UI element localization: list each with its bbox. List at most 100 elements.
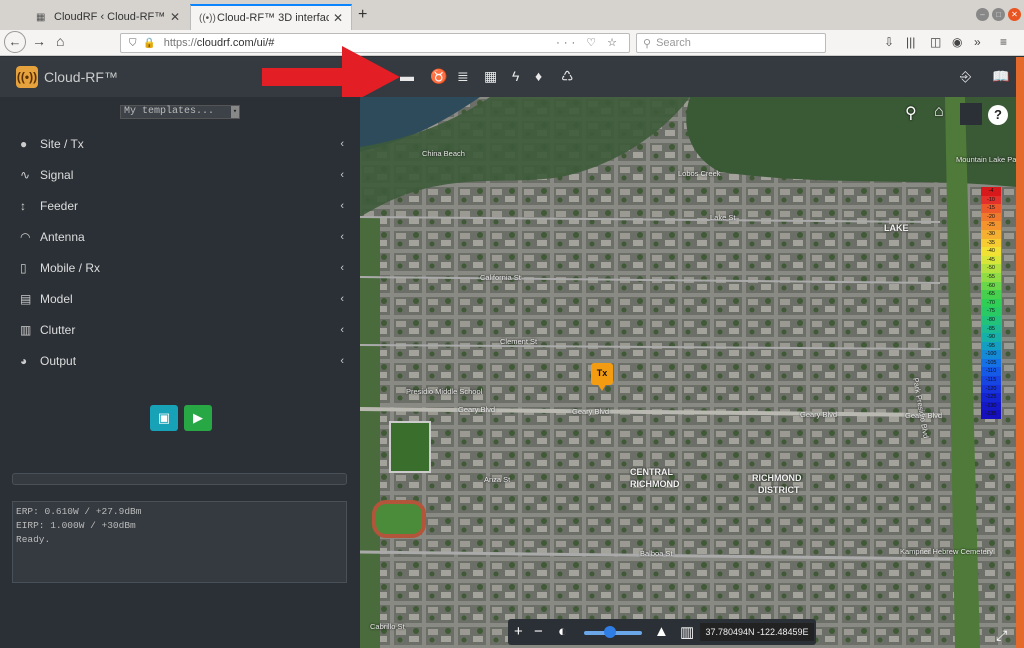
tab-label: Cloud-RF™ 3D interface <box>217 12 329 24</box>
recycle-icon[interactable]: ♺ <box>561 68 574 85</box>
save-icon: ▣ <box>157 410 171 425</box>
output-console: ERP: 0.610W / +27.9dBm EIRP: 1.000W / +3… <box>12 501 347 583</box>
map-label-mountain-lake: Mountain Lake Park <box>956 155 1016 164</box>
console-line: Ready. <box>16 534 51 545</box>
menu-feeder[interactable]: ↕ Feeder ‹ <box>0 190 360 221</box>
fullscreen-icon[interactable]: ⤢ <box>996 627 1007 644</box>
menu-label: Clutter <box>40 322 76 337</box>
minimize-icon[interactable]: – <box>976 8 989 21</box>
menu-output[interactable]: ◕ Output ‹ <box>0 345 360 376</box>
search-input[interactable]: ⚲ Search <box>636 33 826 53</box>
sidebar-icon[interactable]: ◫ <box>930 35 941 49</box>
cloudrf-logo: ((•)) <box>16 66 38 88</box>
layer-picker-button[interactable] <box>960 103 982 125</box>
templates-select[interactable]: My templates... ▾ <box>120 105 240 119</box>
legend-swatch: -85 <box>981 324 1001 334</box>
legend-swatch: -110 <box>981 367 1001 377</box>
radio-icon: ((•)) <box>199 12 216 24</box>
menu-antenna[interactable]: ◠ Antenna ‹ <box>0 221 360 252</box>
legend-swatch: -120 <box>981 384 1001 394</box>
logout-icon[interactable]: ⎆ <box>960 68 971 85</box>
menu-label: Site / Tx <box>40 136 84 151</box>
map-label-kampner: Kampner Hebrew Cemetery <box>900 547 993 556</box>
browser-tab-3d-interface[interactable]: ((•)) Cloud-RF™ 3D interface ✕ <box>190 4 352 30</box>
zoom-out-icon[interactable]: − <box>534 623 543 640</box>
save-button[interactable]: ▣ <box>150 405 178 431</box>
map-label-clement: Clement St <box>500 337 538 346</box>
legend-swatch: -70 <box>981 298 1001 308</box>
tx-marker-label: Tx <box>596 368 608 378</box>
menu-clutter[interactable]: ▥ Clutter ‹ <box>0 314 360 345</box>
lightning-icon[interactable]: ϟ <box>512 68 519 84</box>
browser-tab-cloudrf[interactable]: ▦ CloudRF ‹ Cloud-RF™ — ‹ ✕ <box>28 4 188 30</box>
zoom-in-icon[interactable]: + <box>514 623 523 640</box>
page-icon: ▦ <box>36 11 46 23</box>
opacity-slider-handle[interactable] <box>604 626 616 638</box>
console-line: ERP: 0.610W / +27.9dBm <box>16 506 142 517</box>
help-button[interactable]: ? <box>988 105 1008 125</box>
chevron-left-icon: ‹ <box>340 261 344 274</box>
chevron-left-icon: ‹ <box>340 323 344 336</box>
building-icon: ▥ <box>20 322 32 337</box>
coordinates-readout: 37.780494N -122.48459E <box>700 623 814 641</box>
menu-mobile-rx[interactable]: ▯ Mobile / Rx ‹ <box>0 252 360 283</box>
page-actions-icons[interactable]: ··· ♡ ☆ <box>556 36 621 49</box>
chevron-left-icon: ‹ <box>340 292 344 305</box>
menu-icon[interactable]: ≡ <box>1000 35 1007 49</box>
map-label-central: CENTRAL <box>630 467 673 477</box>
legend-swatch: -30 <box>981 229 1001 239</box>
overflow-icon[interactable]: » <box>974 35 981 49</box>
browser-tab-bar: ▦ CloudRF ‹ Cloud-RF™ — ‹ ✕ ((•)) Cloud-… <box>0 0 1024 30</box>
new-tab-button[interactable]: + <box>358 6 367 24</box>
home-icon[interactable]: ⌂ <box>934 103 944 121</box>
close-window-icon[interactable]: ✕ <box>1008 8 1021 21</box>
legend-swatch: -15 <box>981 204 1001 213</box>
menu-signal[interactable]: ∿ Signal ‹ <box>0 159 360 190</box>
menu-site-tx[interactable]: ● Site / Tx ‹ <box>0 128 360 159</box>
search-icon[interactable]: ⚲ <box>905 103 917 123</box>
chevron-left-icon: ‹ <box>340 168 344 181</box>
terrain-icon[interactable]: ▲ <box>654 623 669 640</box>
building-icon[interactable]: ▥ <box>680 623 694 641</box>
satellite-map[interactable]: CENTRAL RICHMOND RICHMOND DISTRICT LAKE … <box>360 97 1016 648</box>
tab-label: CloudRF ‹ Cloud-RF™ — ‹ <box>54 11 166 23</box>
contrast-icon[interactable]: ◐ <box>558 623 567 640</box>
menu-label: Model <box>40 291 73 306</box>
database-icon[interactable]: ≣ <box>457 68 469 85</box>
legend-swatch: -100 <box>981 350 1001 359</box>
ruler-icon[interactable]: ▬ <box>400 68 414 84</box>
back-button[interactable]: ← <box>4 31 26 53</box>
chevron-left-icon: ‹ <box>340 354 344 367</box>
legend-swatch: -50 <box>981 264 1001 273</box>
legend-swatch: -75 <box>981 307 1001 316</box>
account-icon[interactable]: ◉ <box>952 35 962 49</box>
grid-icon[interactable]: ▦ <box>484 68 497 85</box>
map-label-richmond-district: RICHMOND <box>752 473 802 483</box>
tx-marker[interactable]: Tx <box>591 363 613 391</box>
close-tab-icon[interactable]: ✕ <box>333 11 343 25</box>
wifi-icon: ◠ <box>20 229 31 244</box>
map-label-district: DISTRICT <box>758 485 800 495</box>
map-label-china-beach: China Beach <box>422 149 465 158</box>
legend-swatch: -25 <box>981 221 1001 230</box>
maximize-icon[interactable]: □ <box>992 8 1005 21</box>
model-icon: ▤ <box>20 291 32 306</box>
library-icon[interactable]: ||| <box>906 35 915 49</box>
legend-swatch: -65 <box>981 290 1001 299</box>
medal-icon[interactable]: ♉ <box>430 68 447 85</box>
forward-button[interactable]: → <box>32 33 46 49</box>
menu-model[interactable]: ▤ Model ‹ <box>0 283 360 314</box>
page-scrollbar[interactable] <box>1016 57 1024 648</box>
map-label-california: California St <box>480 273 521 282</box>
menu-label: Signal <box>40 167 74 182</box>
downloads-icon[interactable]: ⇩ <box>884 35 894 49</box>
legend-swatch: -80 <box>981 315 1001 325</box>
run-button[interactable]: ▶ <box>184 405 212 431</box>
close-tab-icon[interactable]: ✕ <box>170 10 180 24</box>
book-icon[interactable]: 📖 <box>992 68 1009 85</box>
home-icon[interactable]: ⌂ <box>56 33 64 49</box>
map-label-cabrillo: Cabrillo St <box>370 622 405 631</box>
brand-name: Cloud-RF™ <box>44 69 118 85</box>
map-marker-icon[interactable]: ♦ <box>535 68 542 84</box>
mobile-icon: ▯ <box>20 260 27 275</box>
